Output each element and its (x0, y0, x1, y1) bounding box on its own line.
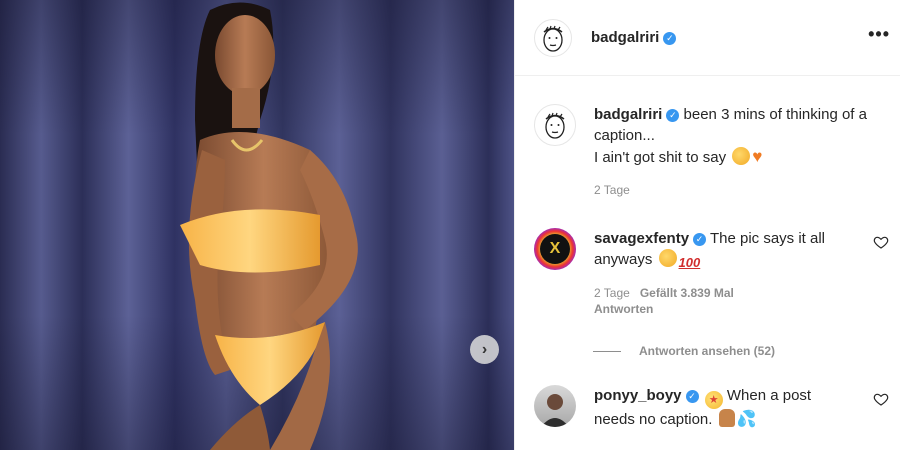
caption-username[interactable]: badgalriri (594, 106, 662, 123)
post-header: badgalriri ✓ ••• (515, 0, 900, 76)
view-replies-button[interactable]: Antworten ansehen (52) (593, 344, 775, 358)
orange-heart-emoji-icon: ♥ (752, 147, 763, 166)
commenter-avatar[interactable] (534, 385, 576, 427)
author-username[interactable]: badgalriri ✓ (591, 29, 677, 46)
sweat-droplets-emoji-icon: 💦 (736, 411, 757, 428)
star-struck-emoji-icon: ★ (704, 391, 723, 409)
caption-text-line2: I ain't got shit to say (594, 149, 727, 166)
comment-username[interactable]: savagexfenty (594, 230, 689, 247)
sketch-face-icon (543, 25, 563, 52)
verified-badge-icon: ✓ (666, 109, 680, 122)
view-replies-label[interactable]: Antworten ansehen (52) (639, 344, 775, 358)
raising-hands-emoji-icon (718, 409, 735, 427)
smirk-emoji-icon (658, 249, 677, 267)
author-avatar[interactable] (534, 18, 572, 57)
person-photo-icon (541, 394, 569, 427)
commenter-avatar[interactable]: X (534, 228, 576, 270)
sketch-face-icon (545, 112, 565, 139)
verified-badge-icon: ✓ (663, 32, 677, 45)
more-options-icon[interactable]: ••• (868, 24, 890, 45)
smirk-emoji-icon (732, 147, 751, 165)
hundred-points-emoji-icon: 100 (678, 255, 701, 270)
post-photo[interactable]: › (0, 0, 514, 450)
like-heart-icon[interactable] (873, 391, 889, 407)
caption: badgalriri ✓ been 3 mins of thinking of a… (534, 104, 889, 198)
comment-item: ponyy_boyy ✓ ★ When a post needs no capti… (534, 385, 889, 430)
chevron-right-icon: › (481, 340, 488, 358)
photo-subject (180, 2, 358, 450)
comment-username[interactable]: ponyy_boyy (594, 387, 682, 404)
divider-line (593, 350, 621, 352)
verified-badge-icon: ✓ (693, 233, 707, 246)
post-sidebar: badgalriri ✓ ••• badgalriri ✓ been 3 mins … (514, 0, 900, 450)
like-heart-icon[interactable] (873, 234, 889, 250)
verified-badge-icon: ✓ (685, 390, 699, 403)
comment-item: X savagexfenty ✓ The pic says it all anyw… (534, 228, 889, 317)
comment-time[interactable]: 2 Tage (594, 286, 630, 300)
next-photo-button[interactable]: › (470, 335, 499, 364)
comment-likes[interactable]: Gefällt 3.839 Mal (640, 286, 734, 300)
caption-time[interactable]: 2 Tage (594, 183, 630, 197)
savagex-logo-icon: X (549, 240, 561, 257)
caption-avatar[interactable] (534, 104, 576, 146)
reply-button[interactable]: Antworten (594, 301, 844, 317)
